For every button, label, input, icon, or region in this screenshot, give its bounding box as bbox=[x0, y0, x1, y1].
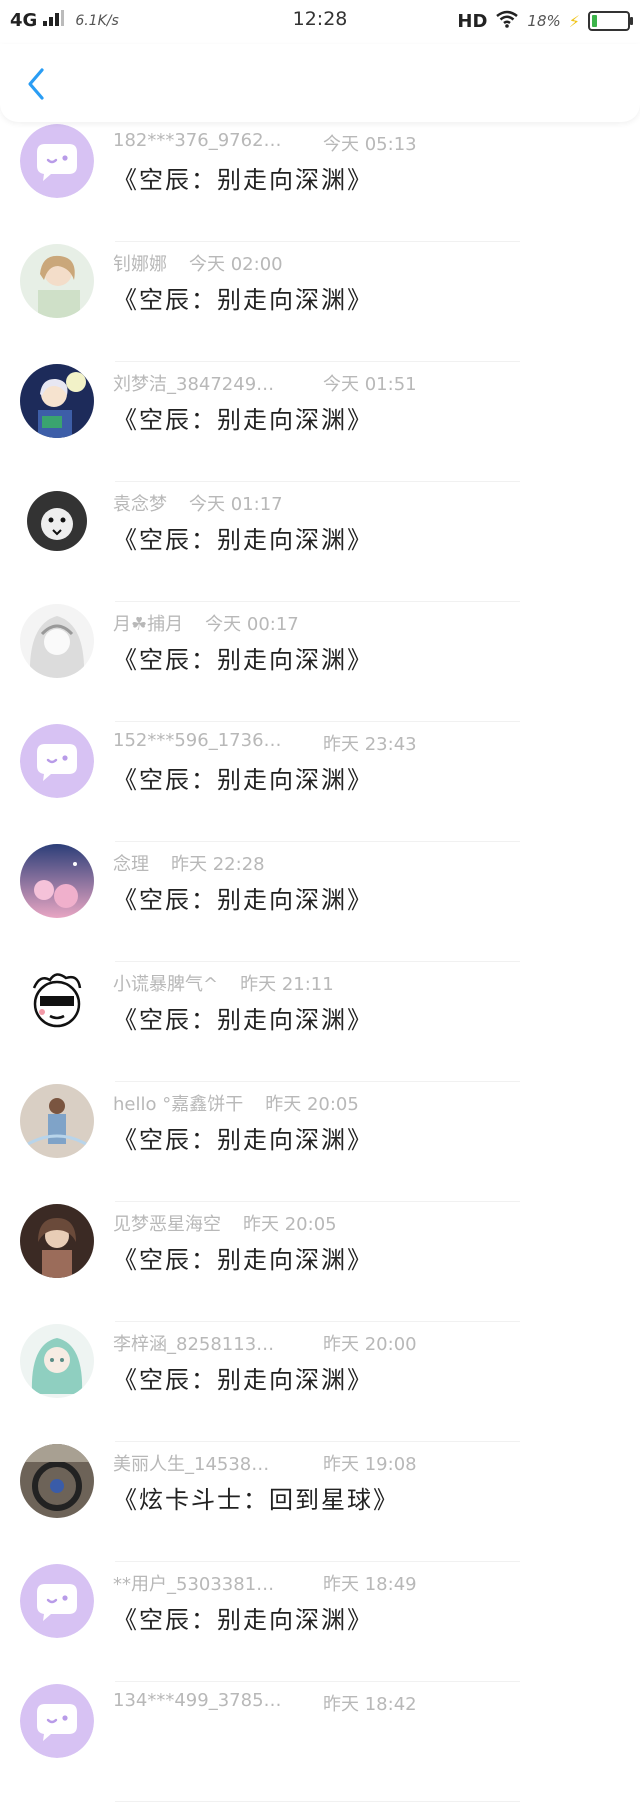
message-text: 《空辰：别走向深渊》 bbox=[113, 286, 373, 314]
default-chat-avatar[interactable] bbox=[20, 1564, 94, 1638]
anime-avatar[interactable] bbox=[20, 364, 94, 438]
message-text: 《空辰：别走向深渊》 bbox=[113, 886, 373, 914]
message-row[interactable]: 钊娜娜 今天 02:00 《空辰：别走向深渊》 bbox=[0, 242, 640, 362]
portrait-avatar[interactable] bbox=[20, 1204, 94, 1278]
message-text: 《空辰：别走向深渊》 bbox=[113, 1366, 373, 1394]
sender-name: 见梦恶星海空 bbox=[113, 1214, 221, 1235]
message-time: 昨天 22:28 bbox=[171, 854, 265, 875]
message-meta: 念理 昨天 22:28 bbox=[113, 850, 265, 876]
sender-name: 小谎暴脾气^ bbox=[113, 974, 219, 995]
back-button[interactable] bbox=[22, 64, 52, 104]
sender-name: **用户_5303381… bbox=[113, 1574, 275, 1595]
message-text: 《空辰：别走向深渊》 bbox=[113, 1606, 373, 1634]
message-text: 《空辰：别走向深渊》 bbox=[113, 406, 373, 434]
message-text: 《空辰：别走向深渊》 bbox=[113, 166, 373, 194]
default-chat-avatar[interactable] bbox=[20, 724, 94, 798]
charging-icon: ⚡ bbox=[568, 11, 580, 31]
message-row[interactable]: 134***499_3785… 昨天 18:42 bbox=[0, 1682, 640, 1802]
message-row[interactable]: **用户_5303381… 昨天 18:49 《空辰：别走向深渊》 bbox=[0, 1562, 640, 1682]
sender-name: 134***499_3785… bbox=[113, 1690, 282, 1711]
girl-avatar[interactable] bbox=[20, 1084, 94, 1158]
photo-avatar[interactable] bbox=[20, 244, 94, 318]
message-text: 《空辰：别走向深渊》 bbox=[113, 766, 373, 794]
sender-name: 李梓涵_8258113… bbox=[113, 1334, 275, 1355]
message-row[interactable]: 小谎暴脾气^ 昨天 21:11 《空辰：别走向深渊》 bbox=[0, 962, 640, 1082]
sender-name: 袁念梦 bbox=[113, 494, 167, 515]
message-time: 今天 05:13 bbox=[323, 134, 417, 155]
message-meta: 152***596_1736… 昨天 23:43 bbox=[113, 730, 417, 755]
message-meta: 小谎暴脾气^ 昨天 21:11 bbox=[113, 970, 334, 996]
status-right: HD 18% ⚡ bbox=[457, 10, 633, 32]
sketch-avatar[interactable] bbox=[20, 604, 94, 678]
top-bar bbox=[0, 44, 640, 122]
message-time: 今天 00:17 bbox=[205, 614, 299, 635]
message-row[interactable]: 182***376_9762… 今天 05:13 《空辰：别走向深渊》 bbox=[0, 122, 640, 242]
message-text: 《空辰：别走向深渊》 bbox=[113, 1246, 373, 1274]
sender-name: 182***376_9762… bbox=[113, 130, 282, 151]
battery-icon bbox=[588, 11, 633, 31]
message-text: 《炫卡斗士：回到星球》 bbox=[113, 1486, 399, 1514]
message-time: 今天 02:00 bbox=[189, 254, 283, 275]
message-meta: 134***499_3785… 昨天 18:42 bbox=[113, 1690, 417, 1715]
battery-percent: 18% bbox=[527, 12, 561, 30]
message-time: 昨天 18:49 bbox=[323, 1574, 417, 1595]
message-time: 今天 01:51 bbox=[323, 374, 417, 395]
car-avatar[interactable] bbox=[20, 1444, 94, 1518]
message-row[interactable]: 美丽人生_14538… 昨天 19:08 《炫卡斗士：回到星球》 bbox=[0, 1442, 640, 1562]
message-time: 今天 01:17 bbox=[189, 494, 283, 515]
cartoon-avatar[interactable] bbox=[20, 964, 94, 1038]
message-time: 昨天 23:43 bbox=[323, 734, 417, 755]
message-text: 《空辰：别走向深渊》 bbox=[113, 1126, 373, 1154]
message-row[interactable]: 李梓涵_8258113… 昨天 20:00 《空辰：别走向深渊》 bbox=[0, 1322, 640, 1442]
message-meta: hello °嘉鑫饼干 昨天 20:05 bbox=[113, 1090, 359, 1116]
sender-name: 月☘捕月 bbox=[113, 614, 184, 635]
message-row[interactable]: 见梦恶星海空 昨天 20:05 《空辰：别走向深渊》 bbox=[0, 1202, 640, 1322]
message-text: 《空辰：别走向深渊》 bbox=[113, 646, 373, 674]
sender-name: 钊娜娜 bbox=[113, 254, 167, 275]
sender-name: 152***596_1736… bbox=[113, 730, 282, 751]
message-row[interactable]: 袁念梦 今天 01:17 《空辰：别走向深渊》 bbox=[0, 482, 640, 602]
chevron-left-icon bbox=[28, 68, 44, 100]
green-hair-avatar[interactable] bbox=[20, 1324, 94, 1398]
message-meta: 182***376_9762… 今天 05:13 bbox=[113, 130, 417, 155]
battery-fill bbox=[592, 15, 597, 27]
message-row[interactable]: 念理 昨天 22:28 《空辰：别走向深渊》 bbox=[0, 842, 640, 962]
message-list[interactable]: 182***376_9762… 今天 05:13 《空辰：别走向深渊》 钊娜娜 今天 0… bbox=[0, 122, 640, 1802]
message-meta: 美丽人生_14538… 昨天 19:08 bbox=[113, 1450, 417, 1476]
message-row[interactable]: 月☘捕月 今天 00:17 《空辰：别走向深渊》 bbox=[0, 602, 640, 722]
sender-name: 刘梦洁_3847249… bbox=[113, 374, 275, 395]
message-row[interactable]: hello °嘉鑫饼干 昨天 20:05 《空辰：别走向深渊》 bbox=[0, 1082, 640, 1202]
message-row[interactable]: 152***596_1736… 昨天 23:43 《空辰：别走向深渊》 bbox=[0, 722, 640, 842]
sky-avatar[interactable] bbox=[20, 844, 94, 918]
message-meta: 刘梦洁_3847249… 今天 01:51 bbox=[113, 370, 417, 396]
message-meta: **用户_5303381… 昨天 18:49 bbox=[113, 1570, 417, 1596]
message-meta: 月☘捕月 今天 00:17 bbox=[113, 610, 299, 636]
default-chat-avatar[interactable] bbox=[20, 124, 94, 198]
default-chat-avatar[interactable] bbox=[20, 1684, 94, 1758]
message-time: 昨天 19:08 bbox=[323, 1454, 417, 1475]
message-time: 昨天 18:42 bbox=[323, 1694, 417, 1715]
sender-name: 美丽人生_14538… bbox=[113, 1454, 270, 1475]
message-time: 昨天 20:05 bbox=[265, 1094, 359, 1115]
sender-name: hello °嘉鑫饼干 bbox=[113, 1094, 244, 1115]
message-meta: 李梓涵_8258113… 昨天 20:00 bbox=[113, 1330, 417, 1356]
message-time: 昨天 20:05 bbox=[243, 1214, 337, 1235]
hd-indicator: HD bbox=[457, 10, 488, 32]
sender-name: 念理 bbox=[113, 854, 149, 875]
message-time: 昨天 21:11 bbox=[240, 974, 334, 995]
message-meta: 袁念梦 今天 01:17 bbox=[113, 490, 283, 516]
lion-avatar[interactable] bbox=[20, 484, 94, 558]
status-bar: 4G 6.1K/s 12:28 HD 18% ⚡ bbox=[0, 0, 640, 44]
message-row[interactable]: 刘梦洁_3847249… 今天 01:51 《空辰：别走向深渊》 bbox=[0, 362, 640, 482]
message-meta: 钊娜娜 今天 02:00 bbox=[113, 250, 283, 276]
message-text: 《空辰：别走向深渊》 bbox=[113, 526, 373, 554]
message-time: 昨天 20:00 bbox=[323, 1334, 417, 1355]
message-meta: 见梦恶星海空 昨天 20:05 bbox=[113, 1210, 337, 1236]
message-text: 《空辰：别走向深渊》 bbox=[113, 1006, 373, 1034]
wifi-icon bbox=[495, 10, 519, 32]
